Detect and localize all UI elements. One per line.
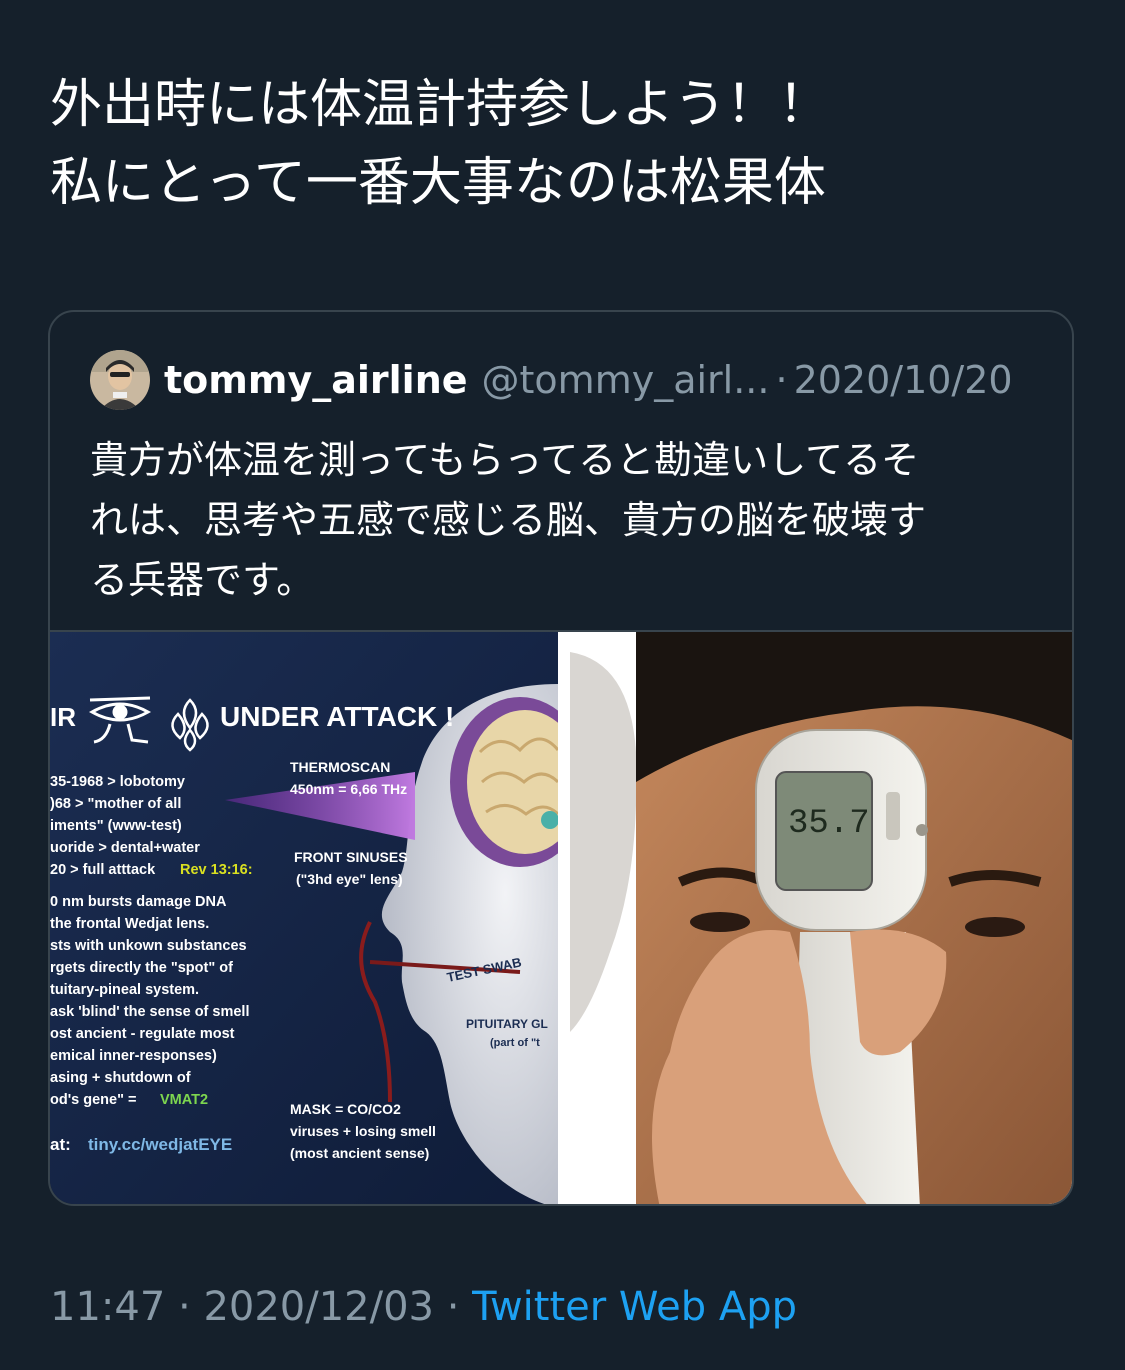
infographic-line: tuitary-pineal system.: [50, 982, 199, 998]
infographic-image[interactable]: IR UNDER ATTACK ! 35-1968 > lobotomy)68…: [50, 632, 558, 1204]
tweet-line: 外出時には体温計持参しよう！！: [50, 75, 831, 135]
quoted-tweet-media: IR UNDER ATTACK ! 35-1968 > lobotomy)68…: [50, 630, 1072, 1204]
pituitary-label: PITUITARY GL: [466, 1017, 548, 1031]
thermometer-photo[interactable]: 35.7: [570, 632, 1072, 1204]
quoted-author-handle[interactable]: @tommy_airl...: [482, 358, 770, 402]
infographic-line: ask 'blind' the sense of smell: [50, 1004, 250, 1020]
infographic-rev-ref: Rev 13:16:: [180, 862, 253, 878]
thermoscan-label: THERMOSCAN: [290, 759, 390, 775]
separator-dot: ·: [178, 1284, 191, 1330]
quoted-author-name[interactable]: tommy_airline: [164, 358, 468, 402]
infographic-line: sts with unkown substances: [50, 938, 247, 954]
quoted-tweet-date[interactable]: 2020/10/20: [794, 358, 1013, 402]
thermoscan-freq: 450nm = 6,66 THz: [290, 781, 407, 797]
infographic-line: ost ancient - regulate most: [50, 1026, 235, 1042]
separator-dot: ·: [446, 1284, 460, 1330]
quoted-tweet-line: れは、思考や五感で感じる脳、貴方の脳を破壊す: [90, 498, 927, 542]
quoted-tweet-line: る兵器です。: [90, 558, 315, 602]
infographic-vmat: VMAT2: [160, 1092, 208, 1108]
infographic-line: asing + shutdown of: [50, 1070, 191, 1086]
infographic-line: the frontal Wedjat lens.: [50, 916, 209, 932]
infographic-title-prefix: IR: [50, 702, 76, 732]
media-divider: [558, 632, 570, 1204]
infographic-line: rgets directly the "spot" of: [50, 960, 233, 976]
infographic-line: 20 > full atttack: [50, 862, 156, 878]
infographic-line: od's gene" =: [50, 1092, 136, 1108]
thermometer-reading: 35.7: [788, 805, 870, 843]
third-eye-label: ("3hd eye" lens): [296, 871, 403, 887]
infographic-line: uoride > dental+water: [50, 840, 200, 856]
quoted-tweet-line: 貴方が体温を測ってもらってると勘違いしてるそ: [90, 438, 920, 482]
separator-dot: ·: [775, 358, 788, 402]
tweet-date[interactable]: 2020/12/03: [203, 1284, 434, 1330]
quoted-tweet-header: tommy_airline @tommy_airl... · 2020/10/2…: [90, 350, 1013, 410]
infographic-line: iments" (www-test): [50, 818, 182, 834]
tweet-text: 外出時には体温計持参しよう！！ 私にとって一番大事なのは松果体: [50, 66, 1080, 222]
tweet-source-link[interactable]: Twitter Web App: [472, 1284, 797, 1330]
tweet-line: 私にとって一番大事なのは松果体: [50, 153, 826, 213]
quoted-tweet-card[interactable]: tommy_airline @tommy_airl... · 2020/10/2…: [48, 310, 1074, 1206]
tweet-time[interactable]: 11:47: [50, 1284, 165, 1330]
quoted-tweet-text: 貴方が体温を測ってもらってると勘違いしてるそ れは、思考や五感で感じる脳、貴方の…: [90, 430, 1040, 610]
front-sinuses-label: FRONT SINUSES: [294, 849, 408, 865]
infographic-line: 35-1968 > lobotomy: [50, 774, 185, 790]
mask-label: MASK = CO/CO2: [290, 1101, 401, 1117]
infographic-link-prefix: at:: [50, 1135, 71, 1154]
infographic-title: UNDER ATTACK !: [220, 701, 454, 732]
viruses-label: viruses + losing smell: [290, 1123, 436, 1139]
infographic-line: emical inner-responses): [50, 1048, 217, 1064]
ancient-label: (most ancient sense): [290, 1145, 429, 1161]
infographic-line: )68 > "mother of all: [50, 796, 181, 812]
tweet-footer: 11:47 · 2020/12/03 · Twitter Web App: [50, 1284, 797, 1336]
pituitary-part-label: (part of "t: [490, 1037, 540, 1049]
infographic-line: 0 nm bursts damage DNA: [50, 894, 227, 910]
avatar[interactable]: [90, 350, 150, 410]
infographic-link: tiny.cc/wedjatEYE: [88, 1135, 232, 1154]
